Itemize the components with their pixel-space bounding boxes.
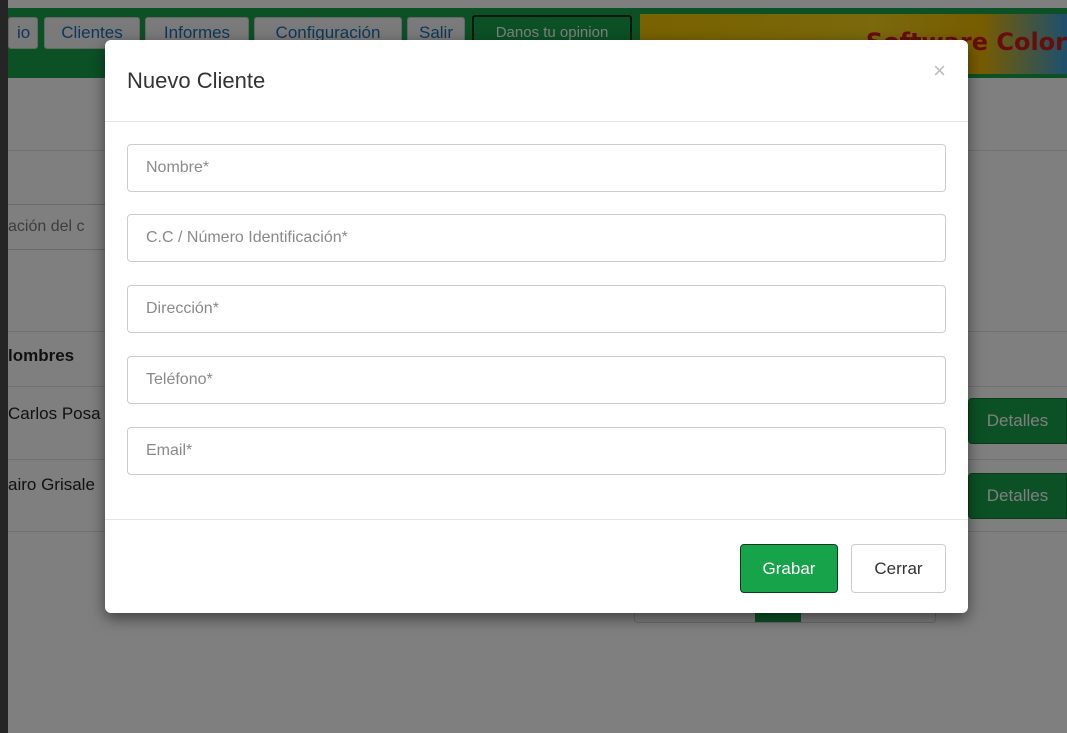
address-input[interactable] (127, 285, 946, 333)
dialog-title: Nuevo Cliente (127, 68, 266, 93)
email-input[interactable] (127, 427, 946, 475)
cancel-button[interactable]: Cerrar (851, 544, 946, 593)
name-input[interactable] (127, 144, 946, 192)
save-button[interactable]: Grabar (740, 544, 838, 593)
dialog-header: Nuevo Cliente × (105, 40, 968, 122)
id-number-input[interactable] (127, 214, 946, 262)
dialog-footer: Grabar Cerrar (105, 519, 968, 614)
close-icon[interactable]: × (933, 58, 946, 84)
phone-input[interactable] (127, 356, 946, 404)
new-client-dialog: Nuevo Cliente × Grabar Cerrar (105, 40, 968, 613)
